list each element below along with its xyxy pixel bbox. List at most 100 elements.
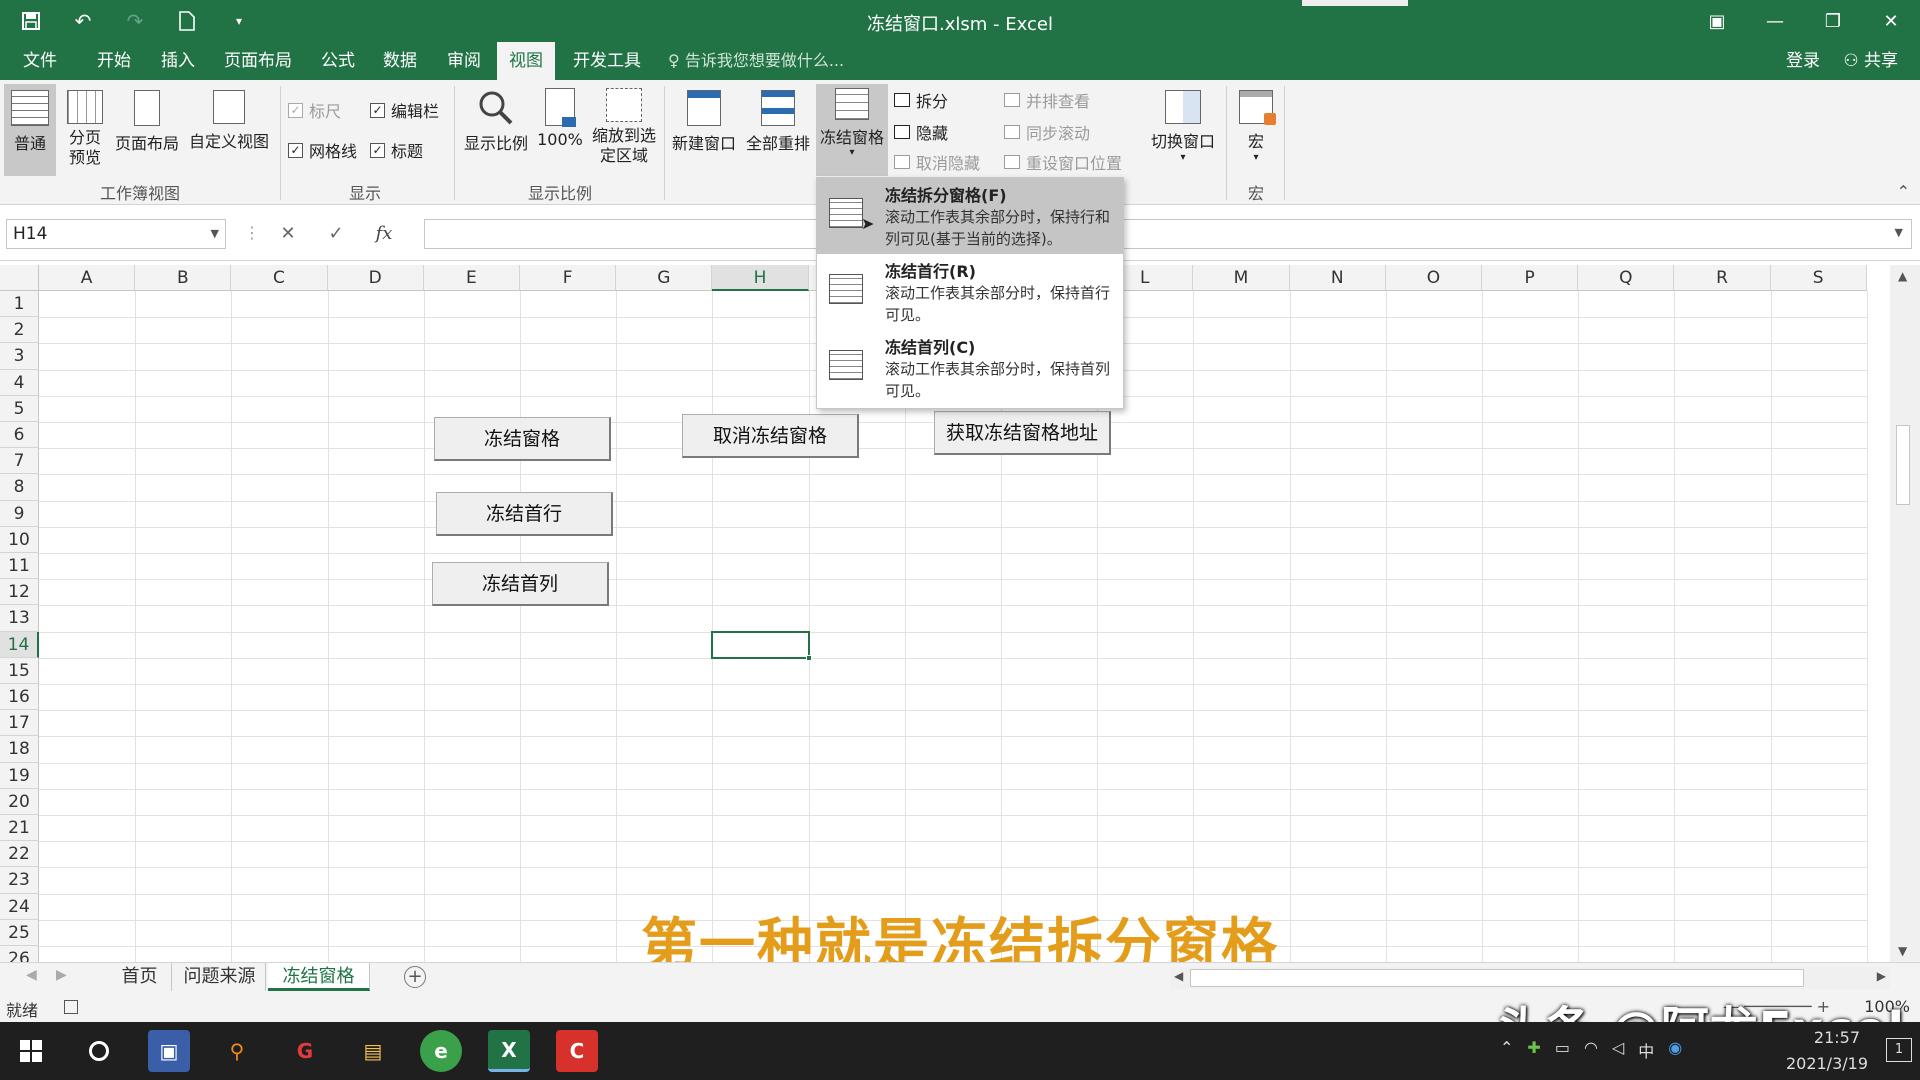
share-button[interactable]: ⚇ 共享 — [1843, 42, 1898, 80]
row-header[interactable]: 7 — [0, 448, 39, 475]
unfreeze-panes-macro-button[interactable]: 取消冻结窗格 — [682, 414, 859, 458]
row-header[interactable]: 2 — [0, 317, 39, 344]
freeze-top-row-item[interactable]: 冻结首行(R) 滚动工作表其余部分时，保持首行可见。 — [817, 254, 1123, 330]
macros-button[interactable]: 宏 ▾ — [1232, 84, 1280, 176]
column-header[interactable]: H — [712, 265, 809, 291]
side-by-side-button[interactable]: 并排查看 — [1004, 88, 1090, 112]
formula-bar-checkbox[interactable]: ✓ 编辑栏 — [370, 98, 439, 122]
taskbar-time[interactable]: 21:57 — [1814, 1028, 1860, 1047]
tab-home[interactable]: 开始 — [86, 42, 142, 80]
qq-icon[interactable]: ◉ — [1668, 1038, 1682, 1062]
normal-view-button[interactable]: 普通 — [4, 84, 56, 176]
zoom-button[interactable]: 显示比例 — [458, 84, 534, 176]
login-link[interactable]: 登录 — [1786, 42, 1820, 80]
row-header[interactable]: 23 — [0, 867, 39, 894]
ribbon-display-icon[interactable]: ▣ — [1688, 0, 1746, 42]
column-header[interactable]: A — [39, 265, 136, 291]
scroll-right-icon[interactable]: ▶ — [1877, 969, 1886, 983]
ruler-checkbox[interactable]: ✓ 标尺 — [288, 98, 341, 122]
switch-windows-button[interactable]: 切换窗口 ▾ — [1144, 84, 1222, 176]
selected-cell[interactable] — [711, 630, 812, 661]
volume-icon[interactable]: ◁ — [1612, 1038, 1624, 1062]
column-header[interactable]: D — [327, 265, 424, 291]
arrange-all-button[interactable]: 全部重排 — [742, 84, 814, 176]
file-explorer-icon[interactable]: ▤ — [352, 1030, 394, 1072]
formula-input[interactable]: ▼ — [424, 219, 1912, 249]
column-header[interactable]: O — [1385, 265, 1482, 291]
vertical-scrollbar[interactable]: ▲ ▼ — [1890, 265, 1920, 962]
scroll-up-icon[interactable]: ▲ — [1898, 269, 1907, 283]
row-header[interactable]: 10 — [0, 526, 39, 553]
row-header[interactable]: 19 — [0, 762, 39, 789]
row-header[interactable]: 9 — [0, 500, 39, 527]
fill-handle[interactable] — [805, 654, 812, 661]
sheet-next-icon[interactable]: ▶ — [56, 967, 67, 983]
horizontal-scrollbar[interactable]: ◀ ▶ — [1170, 967, 1890, 989]
floppy-app-icon[interactable]: ▣ — [148, 1030, 190, 1072]
tab-data[interactable]: 数据 — [372, 42, 428, 80]
row-header[interactable]: 13 — [0, 605, 39, 632]
wifi-icon[interactable]: ◠ — [1584, 1038, 1598, 1062]
horizontal-scroll-thumb[interactable] — [1190, 969, 1804, 987]
name-box[interactable]: H14 ▼ — [6, 219, 226, 249]
row-header[interactable]: 12 — [0, 579, 39, 606]
column-header[interactable]: S — [1770, 265, 1867, 291]
row-header[interactable]: 1 — [0, 291, 39, 318]
column-header[interactable]: G — [616, 265, 713, 291]
tray-green-icon[interactable]: ✚ — [1527, 1038, 1540, 1062]
freeze-first-column-item[interactable]: 冻结首列(C) 滚动工作表其余部分时，保持首列可见。 — [817, 330, 1123, 406]
expand-formula-icon[interactable]: ▼ — [1895, 226, 1903, 239]
split-button[interactable]: 拆分 — [894, 88, 948, 112]
search-circle-icon[interactable] — [78, 1030, 120, 1072]
get-freeze-address-macro-button[interactable]: 获取冻结窗格地址 — [934, 411, 1111, 455]
row-header[interactable]: 20 — [0, 788, 39, 815]
battery-icon[interactable]: ▭ — [1555, 1038, 1570, 1062]
sheet-prev-icon[interactable]: ◀ — [26, 967, 37, 983]
restore-icon[interactable]: ❐ — [1804, 0, 1862, 42]
freeze-split-panes-item[interactable]: ➤ 冻结拆分窗格(F) 滚动工作表其余部分时，保持行和列可见(基于当前的选择)。 — [817, 178, 1123, 254]
tray-chevron-icon[interactable]: ⌃ — [1500, 1038, 1513, 1062]
row-header[interactable]: 3 — [0, 343, 39, 370]
excel-taskbar-icon[interactable]: X — [488, 1030, 530, 1072]
column-header[interactable]: C — [231, 265, 328, 291]
column-header[interactable]: M — [1193, 265, 1290, 291]
row-header[interactable]: 5 — [0, 395, 39, 422]
close-icon[interactable]: ✕ — [1862, 0, 1920, 42]
scroll-left-icon[interactable]: ◀ — [1174, 969, 1183, 983]
tell-me-search[interactable]: ♀ 告诉我您想要做什么... — [668, 42, 844, 80]
zoom-to-selection-button[interactable]: 缩放到选定区域 — [586, 84, 662, 184]
column-header[interactable]: F — [520, 265, 617, 291]
sync-scroll-button[interactable]: 同步滚动 — [1004, 120, 1090, 144]
headings-checkbox[interactable]: ✓ 标题 — [370, 138, 423, 162]
freeze-first-column-macro-button[interactable]: 冻结首列 — [432, 562, 609, 606]
column-header[interactable]: Q — [1578, 265, 1675, 291]
red-g-app-icon[interactable]: G — [284, 1030, 326, 1072]
enter-icon[interactable]: ✓ — [312, 219, 360, 249]
notification-center-icon[interactable]: 1 — [1886, 1038, 1912, 1062]
tab-view[interactable]: 视图 — [497, 42, 555, 80]
cancel-icon[interactable]: ✕ — [264, 219, 312, 249]
freeze-top-row-macro-button[interactable]: 冻结首行 — [436, 492, 613, 536]
row-header[interactable]: 16 — [0, 684, 39, 711]
minimize-icon[interactable]: — — [1746, 0, 1804, 42]
column-header[interactable]: B — [135, 265, 232, 291]
custom-views-button[interactable]: 自定义视图 — [184, 84, 274, 176]
sheet-tab-problem-source[interactable]: 问题来源 — [174, 963, 266, 991]
row-header[interactable]: 18 — [0, 736, 39, 763]
ime-indicator[interactable]: 中 — [1638, 1038, 1654, 1062]
tab-page-layout[interactable]: 页面布局 — [216, 42, 300, 80]
column-header[interactable]: P — [1482, 265, 1579, 291]
row-header[interactable]: 15 — [0, 657, 39, 684]
reset-window-position-button[interactable]: 重设窗口位置 — [1004, 150, 1122, 174]
freeze-panes-macro-button[interactable]: 冻结窗格 — [434, 417, 611, 461]
zoom-100-button[interactable]: 100% — [534, 84, 586, 176]
row-header[interactable]: 6 — [0, 422, 39, 449]
page-layout-button[interactable]: 页面布局 — [112, 84, 182, 176]
row-header[interactable]: 22 — [0, 841, 39, 868]
insert-function-button[interactable]: fx — [360, 219, 408, 249]
hide-button[interactable]: 隐藏 — [894, 120, 948, 144]
tab-review[interactable]: 审阅 — [436, 42, 492, 80]
row-header[interactable]: 21 — [0, 815, 39, 842]
column-header[interactable]: R — [1674, 265, 1771, 291]
record-macro-icon[interactable] — [64, 1000, 78, 1014]
